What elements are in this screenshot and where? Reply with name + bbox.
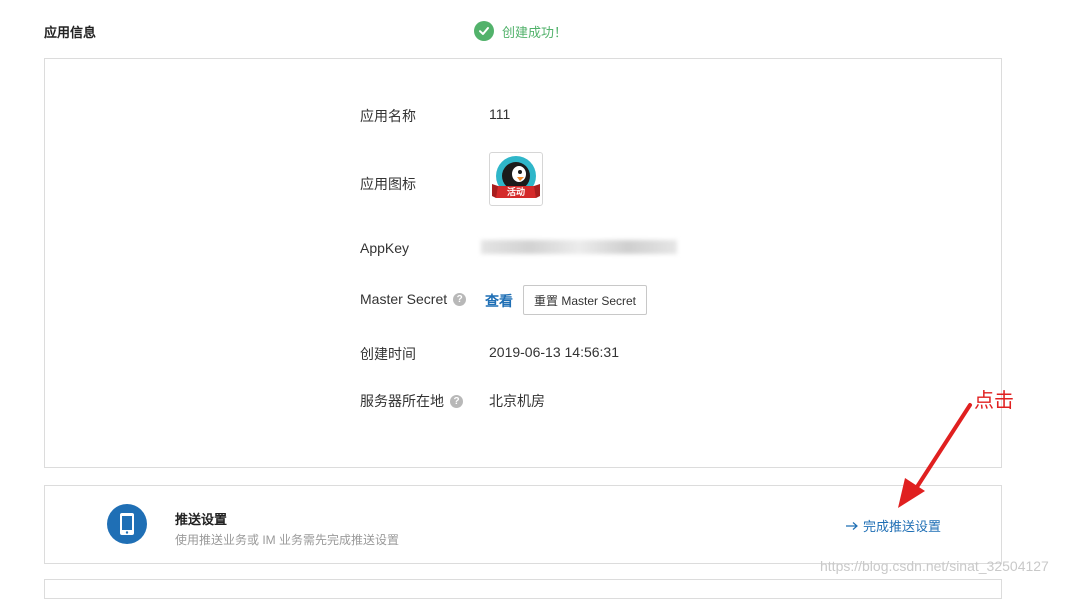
complete-push-settings-label: 完成推送设置 [863, 519, 942, 534]
page-title: 应用信息 [44, 25, 97, 40]
view-secret-link[interactable]: 查看 [485, 291, 513, 311]
server-location-label: 服务器所在地 ? [360, 391, 463, 411]
created-time-value: 2019-06-13 14:56:31 [489, 344, 619, 360]
master-secret-label: Master Secret ? [360, 291, 467, 307]
help-icon[interactable]: ? [453, 292, 467, 306]
server-location-value: 北京机房 [489, 393, 545, 409]
reset-secret-button[interactable]: 重置 Master Secret [523, 285, 647, 315]
push-settings-description: 使用推送业务或 IM 业务需先完成推送设置 [175, 533, 399, 547]
help-icon[interactable]: ? [450, 394, 463, 408]
app-name-label: 应用名称 [360, 108, 416, 124]
appkey-label: AppKey [360, 240, 410, 256]
arrow-right-icon [846, 521, 858, 530]
appkey-value-redacted [481, 240, 677, 254]
app-icon: 活动 [489, 152, 543, 206]
watermark: https://blog.csdn.net/sinat_32504127 [820, 558, 1049, 574]
push-settings-card: 推送设置 使用推送业务或 IM 业务需先完成推送设置 完成推送设置 [44, 485, 1002, 564]
app-info-card: 应用名称 111 应用图标 活动 AppKey Master Secret ? … [44, 58, 1002, 468]
success-message: 创建成功！ [474, 21, 567, 41]
app-icon-badge: 活动 [507, 186, 525, 198]
created-time-label: 创建时间 [360, 346, 416, 362]
app-icon-label: 应用图标 [360, 176, 416, 192]
push-settings-title: 推送设置 [175, 512, 228, 527]
next-card [44, 579, 1002, 599]
complete-push-settings-link[interactable]: 完成推送设置 [845, 516, 941, 535]
success-text: 创建成功！ [502, 24, 568, 40]
check-circle-icon [474, 21, 494, 41]
app-name-value: 111 [489, 106, 511, 122]
master-secret-label-text: Master Secret [360, 291, 448, 307]
server-location-label-text: 服务器所在地 [360, 393, 444, 409]
mobile-phone-icon [107, 504, 147, 544]
annotation-click-text: 点击 [974, 388, 1014, 412]
